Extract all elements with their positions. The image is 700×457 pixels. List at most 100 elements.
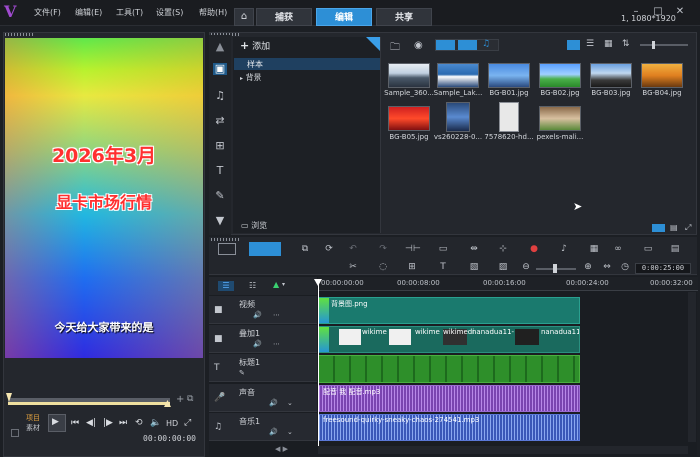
split-icon[interactable]: ⧉	[187, 394, 193, 404]
mode-project[interactable]: 项目	[26, 413, 40, 423]
scroll-up-icon[interactable]: ▲	[213, 41, 227, 53]
zoom-out-icon[interactable]: ⊖	[519, 262, 533, 272]
title-clips[interactable]	[318, 355, 580, 383]
track-options-icon[interactable]: ⋯	[273, 311, 280, 319]
folder-item-samples[interactable]: 样本	[247, 59, 263, 70]
voice-clip[interactable]: 配音 我 配音.mp3	[318, 385, 580, 412]
go-end-icon[interactable]: ⏭	[119, 418, 127, 428]
video-clip[interactable]: 背景图.png	[318, 297, 580, 324]
menu-tools[interactable]: 工具(T)	[116, 7, 143, 18]
lasso-icon[interactable]: ◌	[376, 262, 390, 272]
preview-timecode[interactable]: 00:00:00:00	[143, 434, 196, 443]
thumbnail-view-button[interactable]	[567, 40, 580, 50]
timeline-grip[interactable]	[211, 238, 239, 241]
show-video-button[interactable]	[436, 40, 455, 50]
track-options-icon[interactable]: ⋯	[273, 340, 280, 348]
track-header-video[interactable]: ■ 视频 🔊 ⋯	[209, 296, 317, 324]
record-voice-icon[interactable]: ●	[527, 244, 541, 254]
sort-icon[interactable]: ⇅	[622, 39, 630, 49]
mode-clip[interactable]: 素材	[26, 423, 40, 433]
thumbnail[interactable]	[499, 102, 519, 132]
thumbnail[interactable]	[446, 102, 470, 132]
library-option-icon[interactable]: ▤	[670, 223, 678, 232]
edit-icon[interactable]: ✎	[239, 369, 245, 377]
playhead[interactable]	[318, 283, 319, 453]
menu-settings[interactable]: 设置(S)	[156, 7, 183, 18]
thumbnail[interactable]	[641, 63, 683, 88]
track-header-music[interactable]: ♫ 音乐1 🔊 ⌄	[209, 413, 317, 441]
thumbnail[interactable]	[539, 63, 581, 88]
thumbnail[interactable]	[488, 63, 530, 88]
thumbnail[interactable]	[539, 106, 581, 131]
timeline-vscrollbar[interactable]	[688, 292, 696, 442]
link-icon[interactable]: ∞	[611, 244, 625, 254]
library-view-button[interactable]	[652, 224, 665, 232]
mute-icon[interactable]: 🔊	[269, 428, 278, 436]
motion-icon[interactable]: ⇹	[467, 244, 481, 254]
collapse-icon[interactable]: ⌄	[287, 399, 293, 407]
tab-capture[interactable]: 捕获	[256, 8, 312, 26]
track-header-overlay[interactable]: ■ 叠加1 🔊 ⋯	[209, 325, 317, 353]
track-header-voice[interactable]: 🎤 声音 🔊 ⌄	[209, 384, 317, 412]
list-view-icon[interactable]: ☰	[586, 39, 594, 49]
home-tab-icon[interactable]: ⌂	[234, 8, 254, 26]
add-folder-button[interactable]: + 添加	[240, 39, 270, 52]
tracks-icon[interactable]: ▤	[668, 244, 682, 254]
hd-toggle[interactable]: HD	[166, 419, 178, 428]
mute-icon[interactable]: 🔊	[269, 399, 278, 407]
tab-share[interactable]: 共享	[376, 8, 432, 26]
thumbnail[interactable]	[388, 63, 430, 88]
thumbnail[interactable]	[388, 106, 430, 131]
marker-dropdown-icon[interactable]: ▾	[282, 281, 285, 288]
record-icon[interactable]: ◉	[414, 40, 423, 51]
media-library-icon[interactable]: ▣	[213, 63, 227, 75]
timeline-view-button[interactable]	[249, 242, 281, 256]
next-frame-icon[interactable]: |▶	[103, 418, 113, 428]
mark-in-icon[interactable]: +	[176, 394, 184, 405]
menu-file[interactable]: 文件(F)	[34, 7, 61, 18]
menu-help[interactable]: 帮助(H)	[199, 7, 227, 18]
graphics-icon[interactable]: ✎	[213, 190, 227, 202]
storyboard-view-icon[interactable]	[218, 243, 236, 255]
zoom-in-icon[interactable]: ⊕	[581, 262, 595, 272]
audio-mixer-icon[interactable]: ♪	[557, 244, 571, 254]
panel-grip[interactable]	[5, 33, 33, 36]
fullscreen-icon[interactable]: ⤢	[184, 418, 191, 428]
multicam-icon[interactable]: ⊞	[405, 262, 419, 272]
overlay-clip-group[interactable]: wikime wikime wikimedi nanadua11- nanadu…	[318, 326, 580, 353]
timeline-timecode[interactable]: 0:00:25:00	[635, 263, 691, 274]
repeat-icon[interactable]: ⟲	[135, 418, 143, 428]
mask-icon[interactable]: ▧	[467, 262, 481, 272]
image-icon[interactable]: ▨	[496, 262, 510, 272]
add-marker-icon[interactable]: ▲	[273, 280, 279, 289]
fit-icon[interactable]: ▭	[436, 244, 450, 254]
undo-icon[interactable]: ↶	[346, 244, 360, 254]
thumb-size-handle[interactable]	[652, 41, 655, 49]
subtitle-icon[interactable]: ▭	[641, 244, 655, 254]
details-view-icon[interactable]: ▦	[604, 39, 613, 49]
zoom-handle[interactable]	[553, 264, 557, 273]
title-icon[interactable]: T	[213, 165, 227, 177]
chapter-icon[interactable]: ☷	[249, 281, 256, 290]
volume-icon[interactable]: 🔈	[150, 418, 161, 428]
thumb-size-slider[interactable]	[640, 44, 688, 46]
music-clip[interactable]: freesound-quirky-sneaky-chaos-274541.mp3	[318, 414, 580, 441]
track-header-title[interactable]: T 标题1 ✎	[209, 354, 317, 382]
menu-edit[interactable]: 编辑(E)	[75, 7, 102, 18]
copy-attributes-icon[interactable]: ⧉	[298, 244, 312, 254]
track-manager-icon[interactable]: ☰	[218, 281, 234, 291]
browse-button[interactable]: ▭ 浏览	[241, 220, 267, 231]
text-icon[interactable]: T	[436, 262, 450, 272]
snapshot-icon[interactable]	[11, 429, 19, 437]
scroll-down-icon[interactable]: ▼	[213, 215, 227, 227]
thumbnail[interactable]	[590, 63, 632, 88]
go-start-icon[interactable]: ⏮	[71, 418, 79, 428]
timeline-scrollbar[interactable]	[318, 446, 688, 454]
clock-icon[interactable]: ◷	[618, 262, 632, 272]
transition-icon[interactable]: ⇄	[213, 115, 227, 127]
show-image-button[interactable]	[458, 40, 477, 50]
mute-icon[interactable]: 🔊	[253, 340, 262, 348]
split-clip-icon[interactable]: ⊣⊢	[405, 244, 421, 254]
fit-project-icon[interactable]: ⇔	[600, 262, 614, 272]
crop-icon[interactable]: ⊹	[496, 244, 510, 254]
